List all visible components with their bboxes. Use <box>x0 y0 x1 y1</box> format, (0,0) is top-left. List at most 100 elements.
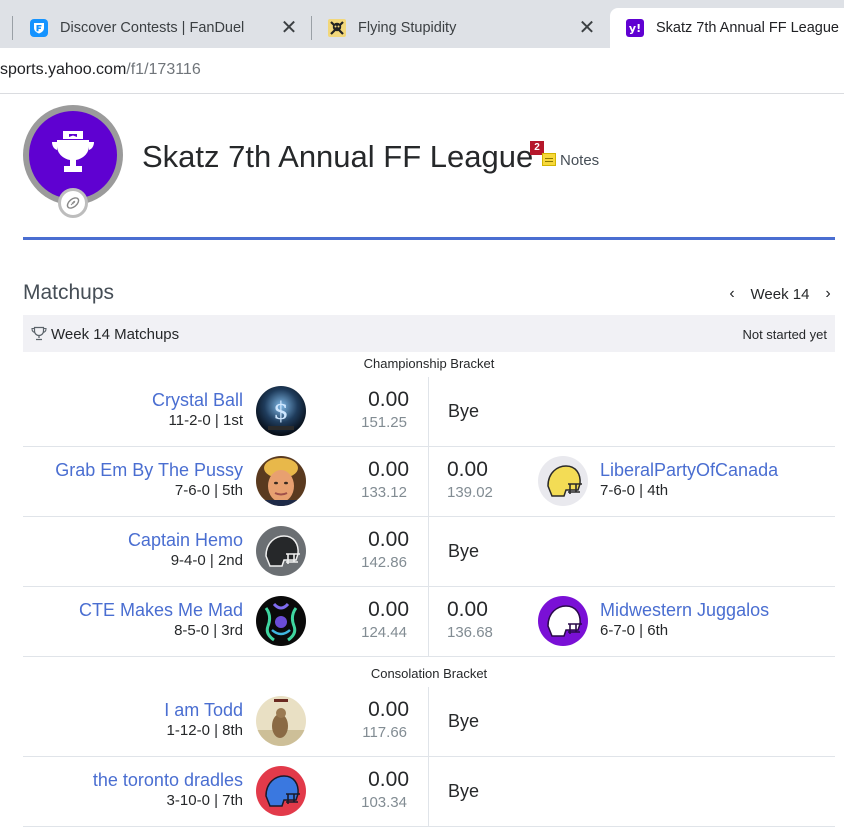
matchup-row[interactable]: Crystal Ball 11-2-0 | 1st $ 0.00 151.25 … <box>23 377 835 447</box>
row-divider <box>428 517 429 587</box>
team-avatar[interactable] <box>256 456 306 506</box>
team-avatar[interactable] <box>256 766 306 816</box>
team-record: 3-10-0 | 7th <box>166 792 243 809</box>
bye-label: Bye <box>448 781 480 801</box>
team-left: Captain Hemo 9-4-0 | 2nd <box>128 529 243 571</box>
header-divider <box>23 237 835 240</box>
team-score-right: 0.00 139.02 <box>447 457 527 503</box>
current-points: 0.00 <box>368 598 409 621</box>
projected-points: 117.66 <box>362 724 407 741</box>
week-matchups-label: Week 14 Matchups <box>51 326 180 343</box>
url-text[interactable]: sports.yahoo.com/f1/173116 <box>0 61 201 79</box>
matchup-row[interactable]: Captain Hemo 9-4-0 | 2nd 0.00 142.86 Bye <box>23 517 835 587</box>
notes-icon[interactable] <box>542 153 556 166</box>
team-score-left: 0.00 117.66 <box>313 697 409 743</box>
team-record: 11-2-0 | 1st <box>168 412 244 429</box>
team-name-link[interactable]: Crystal Ball <box>152 389 243 411</box>
row-divider <box>428 757 429 827</box>
team-score-left: 0.00 103.34 <box>313 767 409 813</box>
team-name-link[interactable]: Midwestern Juggalos <box>600 599 769 621</box>
projected-points: 142.86 <box>361 554 407 571</box>
tab-title: Skatz 7th Annual FF League | Fantasy Foo… <box>656 20 844 36</box>
tab-title: Discover Contests | FanDuel <box>60 20 245 36</box>
projected-points: 139.02 <box>447 484 493 501</box>
trophy-icon <box>29 111 117 199</box>
team-score-left: 0.00 124.44 <box>313 597 409 643</box>
browser-tab-strip: Discover Contests | FanDuel ✕ Flying Stu… <box>0 0 844 48</box>
tab-close-icon[interactable]: ✕ <box>278 18 300 38</box>
row-divider <box>428 377 429 447</box>
tab-close-icon[interactable]: ✕ <box>576 18 598 38</box>
trophy-outline-icon <box>31 326 47 346</box>
projected-points: 136.68 <box>447 624 493 641</box>
bye-label: Bye <box>448 711 480 731</box>
tab-fanduel[interactable]: Discover Contests | FanDuel ✕ <box>14 8 310 48</box>
matchup-status: Not started yet <box>742 327 827 342</box>
projected-points: 151.25 <box>361 414 407 431</box>
team-left: Grab Em By The Pussy 7-6-0 | 5th <box>55 459 243 501</box>
tab-yahoo-league[interactable]: y! Skatz 7th Annual FF League | Fantasy … <box>610 8 844 48</box>
consolation-bracket-label: Consolation Bracket <box>370 666 488 681</box>
matchup-row[interactable]: Grab Em By The Pussy 7-6-0 | 5th 0.00 13… <box>23 447 835 517</box>
league-logo <box>23 105 123 218</box>
row-divider <box>428 447 429 517</box>
team-avatar[interactable] <box>256 596 306 646</box>
team-record: 8-5-0 | 3rd <box>174 622 243 639</box>
team-name-link[interactable]: I am Todd <box>164 699 243 721</box>
team-name-link[interactable]: LiberalPartyOfCanada <box>600 459 778 481</box>
team-name-link[interactable]: the toronto dradles <box>93 769 243 791</box>
team-avatar[interactable]: $ <box>256 386 306 436</box>
tab-flying-stupidity[interactable]: Flying Stupidity ✕ <box>312 8 608 48</box>
row-divider <box>428 687 429 757</box>
tab-separator <box>12 16 13 40</box>
team-name-link[interactable]: Captain Hemo <box>128 529 243 551</box>
row-divider <box>428 587 429 657</box>
current-points: 0.00 <box>368 768 409 791</box>
team-score-right: 0.00 136.68 <box>447 597 527 643</box>
week-label[interactable]: Week 14 <box>751 286 810 303</box>
matchup-row[interactable]: the toronto dradles 3-10-0 | 7th 0.00 10… <box>23 757 835 827</box>
bye-label: Bye <box>448 401 480 421</box>
chevron-left-icon[interactable]: ‹ <box>724 285 740 303</box>
tab-title: Flying Stupidity <box>358 20 457 36</box>
team-avatar[interactable] <box>256 526 306 576</box>
notes-link[interactable]: Notes <box>560 152 599 169</box>
team-avatar[interactable] <box>538 456 588 506</box>
team-record: 7-6-0 | 5th <box>174 482 243 499</box>
championship-bracket-label: Championship Bracket <box>363 356 495 371</box>
matchup-row[interactable]: I am Todd 1-12-0 | 8th 0.00 117.66 Bye <box>23 687 835 757</box>
bye-label: Bye <box>448 541 480 561</box>
projected-points: 103.34 <box>361 794 407 811</box>
matchup-row[interactable]: CTE Makes Me Mad 8-5-0 | 3rd 0.00 124.44… <box>23 587 835 657</box>
team-right: Midwestern Juggalos 6-7-0 | 6th <box>600 599 769 641</box>
fanduel-shield-icon <box>30 19 48 37</box>
team-avatar[interactable] <box>538 596 588 646</box>
current-points: 0.00 <box>447 598 488 621</box>
chevron-right-icon[interactable]: › <box>820 285 836 303</box>
current-points: 0.00 <box>368 458 409 481</box>
projected-points: 133.12 <box>361 484 407 501</box>
current-points: 0.00 <box>368 388 409 411</box>
team-record: 7-6-0 | 4th <box>600 482 669 499</box>
team-left: I am Todd 1-12-0 | 8th <box>164 699 243 741</box>
week-navigator: ‹ Week 14 › <box>724 284 836 304</box>
current-points: 0.00 <box>368 528 409 551</box>
team-record: 9-4-0 | 2nd <box>170 552 243 569</box>
team-name-link[interactable]: CTE Makes Me Mad <box>79 599 243 621</box>
matchups-title: Matchups <box>23 281 115 304</box>
address-bar[interactable]: sports.yahoo.com/f1/173116 <box>0 48 844 94</box>
team-score-left: 0.00 142.86 <box>313 527 409 573</box>
team-score-left: 0.00 133.12 <box>313 457 409 503</box>
team-name-link[interactable]: Grab Em By The Pussy <box>55 459 243 481</box>
league-title: Skatz 7th Annual FF League <box>142 139 534 174</box>
team-left: CTE Makes Me Mad 8-5-0 | 3rd <box>79 599 243 641</box>
svg-text:$: $ <box>273 397 288 425</box>
skull-crossbones-icon <box>328 19 346 37</box>
team-avatar[interactable] <box>256 696 306 746</box>
football-icon <box>58 188 88 218</box>
team-score-left: 0.00 151.25 <box>313 387 409 433</box>
team-left: the toronto dradles 3-10-0 | 7th <box>93 769 243 811</box>
team-record: 6-7-0 | 6th <box>600 622 669 639</box>
yahoo-logo-icon: y! <box>626 19 644 37</box>
url-path: /f1/173116 <box>126 61 201 78</box>
